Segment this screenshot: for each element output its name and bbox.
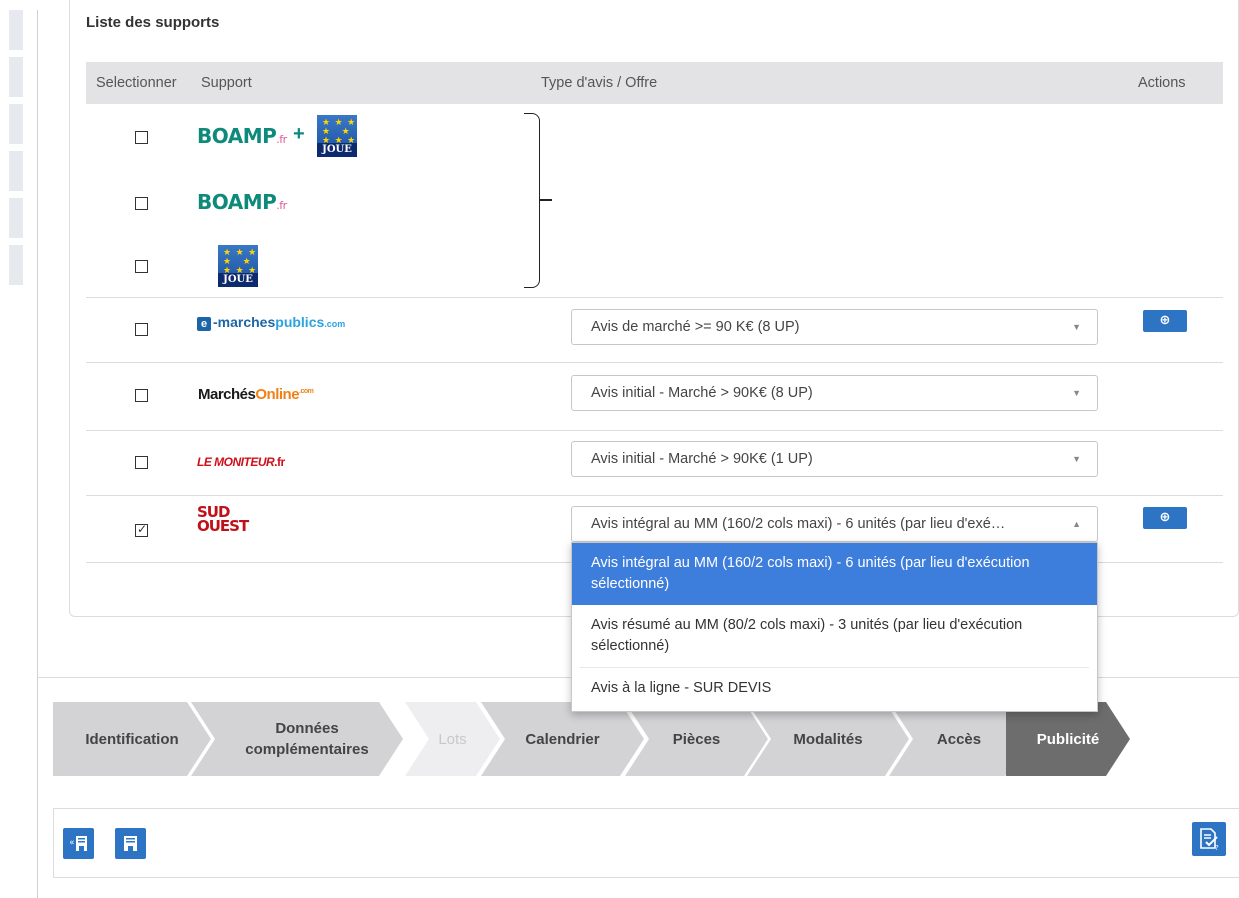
svg-text:?: ? <box>1215 844 1219 850</box>
dropdown-arrow-icon: ▼ <box>1072 454 1081 464</box>
group-brace <box>524 113 540 288</box>
step-publicite[interactable]: Publicité <box>1006 702 1130 776</box>
checkbox-joue[interactable] <box>135 260 148 273</box>
sidebar-block <box>9 57 23 97</box>
offer-select-marchesonline[interactable]: Avis initial - Marché > 90K€ (8 UP) ▼ <box>571 375 1098 411</box>
row-separator <box>86 430 1223 431</box>
dropdown-arrow-up-icon: ▲ <box>1072 519 1081 529</box>
checkbox-marchesonline[interactable] <box>135 389 148 402</box>
zoom-in-icon: ⊕ <box>1159 509 1171 524</box>
offer-select-sudouest[interactable]: Avis intégral au MM (160/2 cols maxi) - … <box>571 506 1098 542</box>
back-save-icon: « <box>70 836 87 851</box>
left-divider <box>37 10 38 898</box>
dropdown-arrow-icon: ▼ <box>1072 322 1081 332</box>
checkbox-boamp-joue[interactable] <box>135 131 148 144</box>
step-donnees-complementaires[interactable]: Données complémentaires <box>191 702 403 776</box>
lemoniteur-logo: LE MONITEUR.fr <box>197 455 285 469</box>
sidebar-block <box>9 198 23 238</box>
checkbox-boamp[interactable] <box>135 197 148 210</box>
e-marchespublics-logo: e -marchespublics.com <box>197 314 345 331</box>
sidebar-block <box>9 10 23 50</box>
joue-logo: ★ ★ ★ ★ ★ ★ ★ ★ JOUE <box>317 115 357 157</box>
left-sidebar-strip <box>9 10 23 292</box>
panel-title: Liste des supports <box>86 14 220 31</box>
zoom-button[interactable]: ⊕ <box>1143 310 1187 332</box>
offer-dropdown-list: Avis intégral au MM (160/2 cols maxi) - … <box>571 542 1098 712</box>
sidebar-block <box>9 104 23 144</box>
bottom-toolbar <box>53 808 1239 878</box>
checkbox-lemoniteur[interactable] <box>135 456 148 469</box>
offer-select-e-marchespublics[interactable]: Avis de marché >= 90 K€ (8 UP) ▼ <box>571 309 1098 345</box>
row-separator <box>86 297 1223 298</box>
row-separator <box>86 362 1223 363</box>
svg-text:«: « <box>70 838 75 848</box>
boamp-logo: BOAMP.fr <box>197 124 287 148</box>
joue-logo: ★ ★ ★ ★ ★ ★ ★ ★ JOUE <box>218 245 258 287</box>
eu-stars-icon: ★ ★ ★ ★ ★ ★ ★ ★ <box>223 247 258 275</box>
table-header: Selectionner Support Type d'avis / Offre… <box>86 62 1223 104</box>
eu-stars-icon: ★ ★ ★ ★ ★ ★ ★ ★ <box>322 117 357 145</box>
save-icon <box>124 836 137 851</box>
step-calendrier[interactable]: Calendrier <box>481 702 644 776</box>
row-separator <box>86 495 1223 496</box>
header-actions: Actions <box>1138 75 1186 91</box>
checkbox-e-marchespublics[interactable] <box>135 323 148 336</box>
zoom-button[interactable]: ⊕ <box>1143 507 1187 529</box>
step-pieces[interactable]: Pièces <box>625 702 768 776</box>
sidebar-block <box>9 151 23 191</box>
dropdown-option[interactable]: Avis résumé au MM (80/2 cols maxi) - 3 u… <box>572 605 1097 667</box>
save-button[interactable] <box>115 828 146 859</box>
header-support: Support <box>201 75 252 91</box>
plus-sign: + <box>293 123 305 145</box>
step-modalites[interactable]: Modalités <box>747 702 909 776</box>
sidebar-block <box>9 245 23 285</box>
dropdown-option[interactable]: Avis intégral au MM (160/2 cols maxi) - … <box>572 543 1097 605</box>
offer-select-lemoniteur[interactable]: Avis initial - Marché > 90K€ (1 UP) ▼ <box>571 441 1098 477</box>
step-lots: Lots <box>405 702 500 776</box>
checkbox-sudouest[interactable] <box>135 522 148 537</box>
back-save-button[interactable]: « <box>63 828 94 859</box>
header-type: Type d'avis / Offre <box>541 75 658 91</box>
marchesonline-logo: MarchésOnline.com <box>198 386 314 403</box>
validate-button[interactable]: ? <box>1192 822 1226 856</box>
step-identification[interactable]: Identification <box>53 702 211 776</box>
header-select: Selectionner <box>96 75 177 91</box>
zoom-in-icon: ⊕ <box>1159 312 1171 327</box>
boamp-logo: BOAMP.fr <box>197 190 287 214</box>
dropdown-arrow-icon: ▼ <box>1072 388 1081 398</box>
dropdown-option[interactable]: Avis à la ligne - SUR DEVIS <box>572 668 1097 712</box>
validate-document-icon: ? <box>1200 828 1219 850</box>
sudouest-logo: SUD OUEST <box>197 503 249 535</box>
group-brace-tick <box>540 199 552 201</box>
